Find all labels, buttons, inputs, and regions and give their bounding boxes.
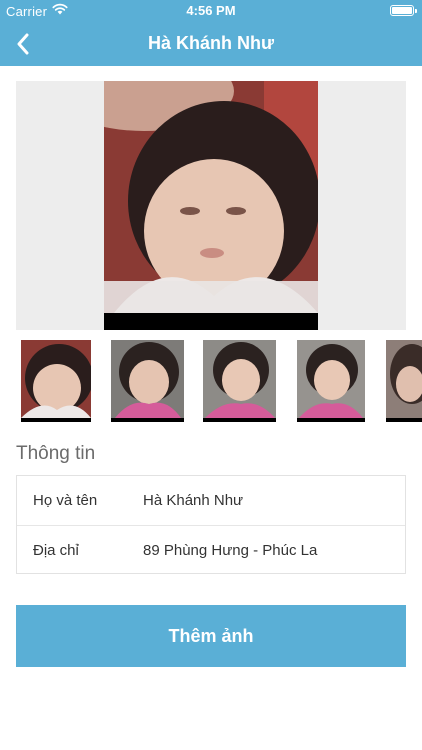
info-value: Hà Khánh Như — [143, 492, 244, 509]
info-card: Họ và tên Hà Khánh Như Địa chỉ 89 Phùng … — [16, 475, 406, 574]
info-label: Họ và tên — [33, 492, 98, 509]
thumbnail-4[interactable] — [297, 340, 365, 422]
info-value: 89 Phùng Hưng - Phúc La — [143, 542, 318, 559]
info-label: Địa chỉ — [33, 542, 79, 559]
back-button[interactable] — [8, 28, 38, 60]
status-time: 4:56 PM — [186, 3, 236, 18]
battery-icon — [390, 5, 417, 16]
photo-frame — [16, 81, 406, 330]
thumbnail-1[interactable] — [21, 340, 91, 422]
status-bar: Carrier 4:56 PM — [0, 0, 422, 22]
thumbnail-3[interactable] — [203, 340, 276, 422]
page-title: Hà Khánh Như — [147, 33, 275, 53]
nav-bar: Hà Khánh Như — [0, 22, 422, 66]
thumbnail-2[interactable] — [111, 340, 184, 422]
thumbnail-strip[interactable] — [0, 340, 422, 422]
child-photo-2 — [111, 340, 184, 418]
child-photo-image — [104, 81, 318, 313]
child-photo[interactable] — [104, 81, 318, 330]
thumbnail-5[interactable] — [386, 340, 422, 422]
child-photo-1 — [21, 340, 91, 418]
info-row-name: Họ và tên Hà Khánh Như — [17, 476, 405, 525]
chevron-left-icon — [17, 33, 29, 55]
section-title: Thông tin — [16, 443, 96, 464]
info-row-address: Địa chỉ 89 Phùng Hưng - Phúc La — [17, 525, 405, 574]
header: Carrier 4:56 PM Hà Khánh Như — [0, 0, 422, 66]
child-photo-4 — [297, 340, 365, 418]
child-photo-3 — [203, 340, 276, 418]
add-photo-button[interactable]: Thêm ảnh — [16, 605, 406, 667]
child-photo-5 — [386, 340, 422, 418]
